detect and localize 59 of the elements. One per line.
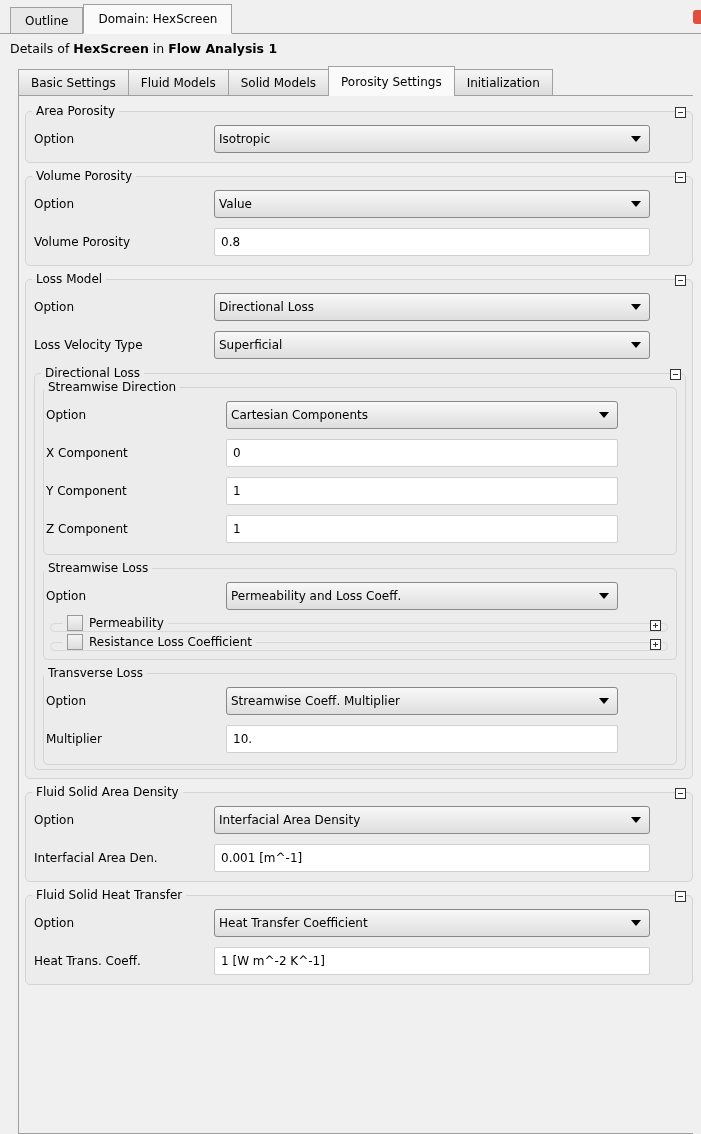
field-label: Option <box>34 813 76 827</box>
option-dropdown[interactable]: Value <box>214 190 650 218</box>
settings-tab[interactable]: Fluid Models <box>127 69 229 96</box>
details-heading: Details of HexScreen in Flow Analysis 1 <box>9 40 279 58</box>
caret-icon <box>631 136 641 142</box>
settings-tab[interactable]: Porosity Settings <box>328 66 455 96</box>
group-title: Loss Model <box>35 272 104 286</box>
field-label: Y Component <box>46 484 128 498</box>
view-tab[interactable]: Domain: HexScreen <box>83 4 233 34</box>
group-title: Fluid Solid Heat Transfer <box>35 888 184 902</box>
field-label: X Component <box>46 446 129 460</box>
group-title: Directional Loss <box>44 366 142 380</box>
field-label: Interfacial Area Den. <box>34 851 159 865</box>
collapse-icon[interactable] <box>675 107 686 118</box>
group-title: Area Porosity <box>35 104 116 118</box>
field-label: Option <box>34 132 76 146</box>
caret-icon <box>599 412 609 418</box>
collapse-icon[interactable] <box>670 369 681 380</box>
option-dropdown[interactable]: Isotropic <box>214 125 650 153</box>
expand-icon[interactable] <box>650 620 661 631</box>
option-dropdown[interactable]: Permeability and Loss Coeff. <box>226 582 618 610</box>
field-label: Volume Porosity <box>34 235 131 249</box>
field-label: Option <box>34 197 76 211</box>
checkbox[interactable] <box>67 615 83 631</box>
settings-tab[interactable]: Initialization <box>453 69 553 96</box>
caret-icon <box>631 201 641 207</box>
section-title: Transverse Loss <box>47 666 144 680</box>
field-label: Option <box>46 694 88 708</box>
section-title: Streamwise Direction <box>47 380 178 394</box>
field-label: Option <box>46 408 88 422</box>
option-dropdown[interactable]: Cartesian Components <box>226 401 618 429</box>
group-title: Volume Porosity <box>35 169 133 183</box>
expand-icon[interactable] <box>650 639 661 650</box>
caret-icon <box>631 342 641 348</box>
section-title: Streamwise Loss <box>47 561 150 575</box>
settings-tab[interactable]: Solid Models <box>227 69 330 96</box>
field-label: Option <box>46 589 88 603</box>
caret-icon <box>599 593 609 599</box>
field-label: Heat Trans. Coeff. <box>34 954 142 968</box>
field-label: Z Component <box>46 522 129 536</box>
collapse-icon[interactable] <box>675 172 686 183</box>
group-title: Fluid Solid Area Density <box>35 785 180 799</box>
caret-icon <box>631 304 641 310</box>
checkbox-label: Permeability <box>89 616 164 630</box>
checkbox-label: Resistance Loss Coefficient <box>89 635 252 649</box>
checkbox[interactable] <box>67 634 83 650</box>
input-field[interactable]: 1 <box>226 515 618 543</box>
option-dropdown[interactable]: Superficial <box>214 331 650 359</box>
collapse-icon[interactable] <box>675 275 686 286</box>
input-field[interactable]: 1 <box>226 477 618 505</box>
input-field[interactable]: 0.8 <box>214 228 650 256</box>
field-label: Loss Velocity Type <box>34 338 144 352</box>
settings-tab[interactable]: Basic Settings <box>18 69 129 96</box>
view-tab[interactable]: Outline <box>10 7 84 33</box>
field-label: Option <box>34 300 76 314</box>
field-label: Multiplier <box>46 732 103 746</box>
input-field[interactable]: 0 <box>226 439 618 467</box>
field-label: Option <box>34 916 76 930</box>
option-dropdown[interactable]: Directional Loss <box>214 293 650 321</box>
